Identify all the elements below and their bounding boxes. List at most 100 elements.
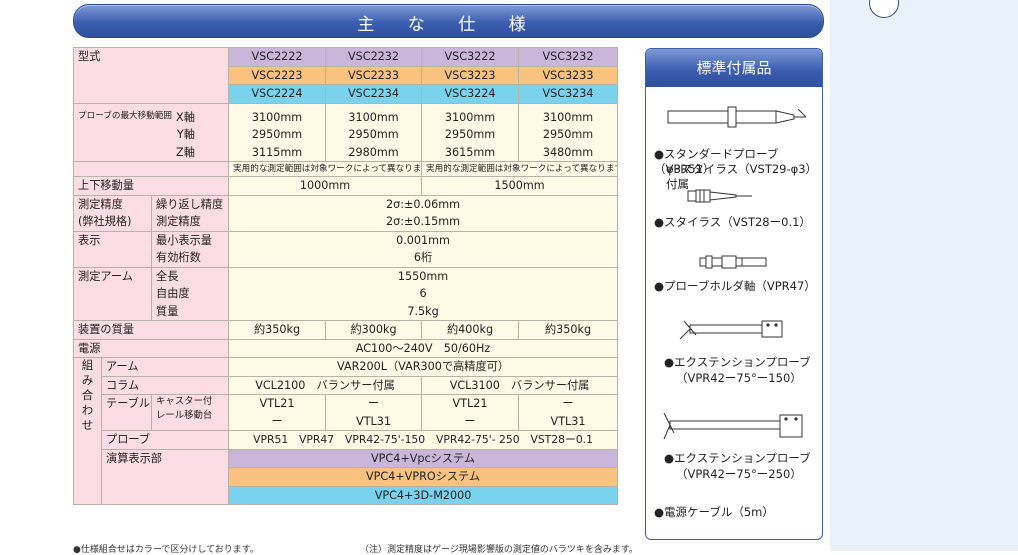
y-value: 2950mm (542, 128, 594, 141)
rail-label: レール移動台 (156, 410, 213, 421)
combination-char: 組 (81, 358, 94, 373)
range-values: 3100mm 2950mm 3615mm (421, 102, 520, 162)
right-margin-background (830, 0, 1018, 551)
table-row: 電源 AC100～240V 50/60Hz (72, 338, 619, 358)
table-row: 装置の質量 約350kg 約300kg 約400kg 約350kg (72, 320, 619, 340)
axis-list: X軸 Y軸 Z軸 (176, 109, 195, 161)
comb-compute-label: 演算表示部 (100, 448, 230, 505)
table-top-value: ー (562, 397, 574, 410)
comb-arm-value: VAR200L（VAR300で高精度可） (228, 357, 619, 377)
mass-value: 7.5kg (407, 304, 439, 318)
caster-label: キャスター付 (156, 396, 213, 407)
accessory-label: ●エクステンションプローブ (664, 451, 811, 465)
y-value: 2950mm (444, 128, 496, 141)
range-values: 3100mm 2950mm 3480mm (518, 102, 619, 162)
min-display-value: 0.001mm (396, 233, 450, 247)
model-cell: VSC3233 (518, 65, 619, 85)
model-cell: VSC3224 (421, 84, 520, 104)
range-label-group: プローブの最大移動範囲 X軸 Y軸 Z軸 (78, 109, 224, 161)
x-axis-label: X軸 (176, 110, 195, 124)
table-top-value: VTL21 (452, 397, 488, 410)
mass-label: 質量 (156, 304, 179, 318)
comb-column-value: VCL3100 バランサー付属 (421, 375, 619, 395)
section-title-bar: 主 な 仕 様 (73, 4, 824, 38)
z-value: 2980mm (348, 145, 399, 159)
power-value: AC100～240V 50/60Hz (228, 338, 619, 358)
comb-column-value: VCL2100 バランサー付属 (228, 375, 423, 395)
z-axis-label: Z軸 (176, 145, 195, 159)
y-value: 2950mm (348, 128, 399, 141)
model-cell: VSC3223 (421, 65, 520, 85)
table-row: コラム VCL2100 バランサー付属 VCL3100 バランサー付属 (74, 375, 619, 395)
range-label-cell: プローブの最大移動範囲 X軸 Y軸 Z軸 (72, 102, 230, 162)
comb-table-value: ー VTL31 (325, 394, 423, 431)
min-display-label: 最小表示量 (156, 233, 212, 247)
comb-table-value: VTL21 ー (228, 394, 327, 431)
accessory-label: ●電源ケーブル（5m） (654, 505, 774, 519)
x-value: 3100mm (444, 110, 496, 124)
model-cell: VSC3222 (421, 47, 520, 67)
stylus-icon (687, 189, 752, 203)
table-row: 演算表示部 VPC4+Vpcシステム (74, 448, 619, 505)
extension-probe-150-icon (679, 320, 783, 340)
vertical-value: 1000mm (228, 176, 423, 196)
model-cell: VSC2233 (325, 65, 423, 85)
display-label: 表示 (73, 230, 152, 268)
x-value: 3100mm (542, 110, 594, 124)
accuracy-label-cell: 測定精度 (弊社規格) (73, 194, 152, 232)
length-label: 全長 (156, 269, 179, 283)
table-row: 測定精度 (弊社規格) 繰り返し精度 測定精度 2σ:±0.06mm 2σ:±0… (73, 194, 619, 232)
spec-table: 型式 VSC2222 VSC2232 VSC3222 VSC3232 VSC22… (72, 47, 619, 505)
device-mass-value: 約350kg (228, 320, 327, 340)
extension-probe-250-icon (663, 412, 803, 440)
range-label: プローブの最大移動範囲 (78, 110, 173, 121)
table-row: テーブル キャスター付 レール移動台 VTL21 ー ー VTL31 VTL21… (74, 394, 619, 431)
accessories-title: 標準付属品 (646, 49, 822, 87)
model-cell: VSC2234 (325, 84, 423, 104)
table-row: プローブ VPR51 VPR47 VPR42-75'-150 VPR42-75'… (74, 430, 619, 450)
length-value: 1550mm (397, 269, 449, 283)
table-bottom-value: ー (271, 414, 283, 428)
table-bottom-value: VTL31 (550, 414, 586, 428)
vertical-value: 1500mm (421, 176, 619, 196)
dof-label: 自由度 (156, 287, 190, 300)
table-row: 表示 最小表示量 有効桁数 0.001mm 6桁 (73, 230, 619, 268)
x-value: 3100mm (348, 110, 399, 124)
comb-table-label: テーブル (101, 394, 152, 431)
table-top-value: ー (367, 397, 380, 410)
range-note: 実用的な測定範囲は対象ワークによって異なります。 (421, 161, 619, 177)
power-label: 電源 (72, 338, 230, 358)
model-cell: VSC2223 (228, 65, 327, 85)
accuracy-label: 測定精度 (78, 197, 123, 211)
range-note-spacer (72, 161, 230, 177)
comb-probe-value: VPR51 VPR47 VPR42-75'-150 VPR42-75'- 250… (228, 430, 619, 450)
z-value: 3115mm (251, 145, 303, 159)
repeat-label: 繰り返し精度 (156, 197, 224, 211)
comb-probe-label: プローブ (100, 430, 230, 450)
accessory-label: ●スタイラス（VST28ー0.1） (654, 215, 811, 229)
accessories-panel: 標準付属品 ●スタンダードプローブ（VPR51） φ3スタイラス（VST29-φ… (645, 48, 823, 540)
combination-label: 組 み 合 わ せ (73, 357, 102, 505)
table-bottom-value: VTL31 (356, 414, 392, 428)
combination-char: わ (81, 403, 94, 417)
arm-values: 1550mm 6 7.5kg (228, 266, 619, 321)
compute-value: VPC4+Vpcシステム (228, 448, 619, 468)
table-row: 組 み 合 わ せ アーム VAR200L（VAR300で高精度可） (73, 357, 619, 505)
digits-value: 6桁 (413, 251, 433, 264)
range-values: 3100mm 2950mm 3115mm (228, 102, 327, 162)
comb-column-label: コラム (100, 375, 230, 395)
comb-table-sub: キャスター付 レール移動台 (150, 394, 230, 431)
accuracy-values: 2σ:±0.06mm 2σ:±0.15mm (228, 194, 619, 232)
arm-sub-cell: 全長 自由度 質量 (150, 266, 230, 321)
arm-label: 測定アーム (73, 266, 152, 321)
compute-value: VPC4+3D-M2000 (228, 485, 619, 505)
vertical-label: 上下移動量 (72, 176, 230, 196)
table-row: 上下移動量 1000mm 1500mm (72, 176, 619, 196)
section-title: 主 な 仕 様 (357, 15, 540, 35)
display-values: 0.001mm 6桁 (228, 230, 619, 268)
model-cell: VSC2224 (228, 84, 327, 104)
repeat-value: 2σ:±0.06mm (386, 197, 461, 211)
footnote-right: （注）測定精度はゲージ現場影響版の測定値のバラツキを含みます。 (360, 545, 638, 555)
probe-holder-icon (699, 255, 767, 269)
range-note: 実用的な測定範囲は対象ワークによって異なります。 (228, 161, 423, 177)
